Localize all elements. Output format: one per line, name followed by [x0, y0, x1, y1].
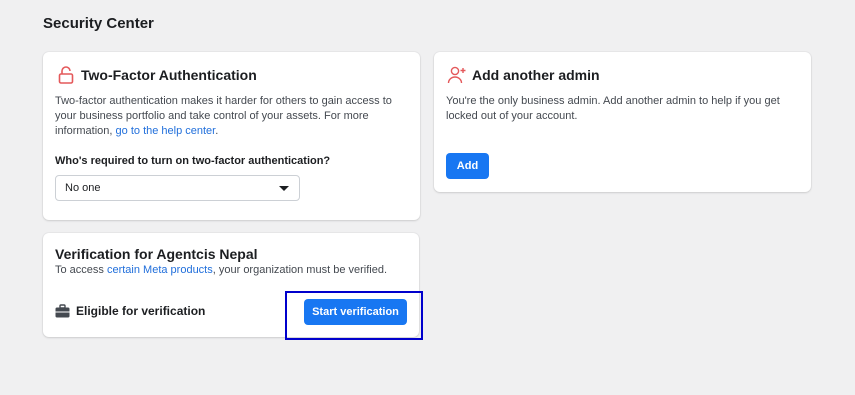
add-admin-card: Add another admin You're the only busine… [434, 52, 811, 192]
two-factor-header: Two-Factor Authentication [55, 64, 257, 86]
add-person-icon [446, 64, 468, 86]
page-title: Security Center [43, 15, 154, 32]
add-admin-description: You're the only business admin. Add anot… [446, 95, 780, 122]
chevron-down-icon [279, 186, 289, 191]
select-value: No one [65, 182, 101, 194]
verification-subtitle: To access certain Meta products, your or… [55, 264, 388, 276]
briefcase-icon [55, 304, 70, 318]
two-factor-question: Who's required to turn on two-factor aut… [55, 155, 331, 167]
two-factor-card: Two-Factor Authentication Two-factor aut… [43, 52, 420, 220]
add-admin-title: Add another admin [472, 67, 600, 83]
two-factor-requirement-select[interactable]: No one [55, 175, 300, 201]
add-admin-header: Add another admin [446, 64, 600, 86]
eligibility-label: Eligible for verification [76, 304, 206, 318]
two-factor-description: Two-factor authentication makes it harde… [55, 95, 392, 137]
help-center-link[interactable]: go to the help center [116, 125, 216, 137]
lock-open-icon [55, 64, 77, 86]
meta-products-link[interactable]: certain Meta products [107, 264, 213, 276]
eligibility-status: Eligible for verification [55, 304, 205, 318]
verification-title: Verification for Agentcis Nepal [55, 246, 258, 262]
add-admin-button[interactable]: Add [446, 153, 489, 179]
two-factor-title: Two-Factor Authentication [81, 67, 257, 83]
start-verification-button[interactable]: Start verification [304, 299, 407, 325]
security-center-page: Security Center Two-Factor Authenticatio… [0, 0, 855, 395]
